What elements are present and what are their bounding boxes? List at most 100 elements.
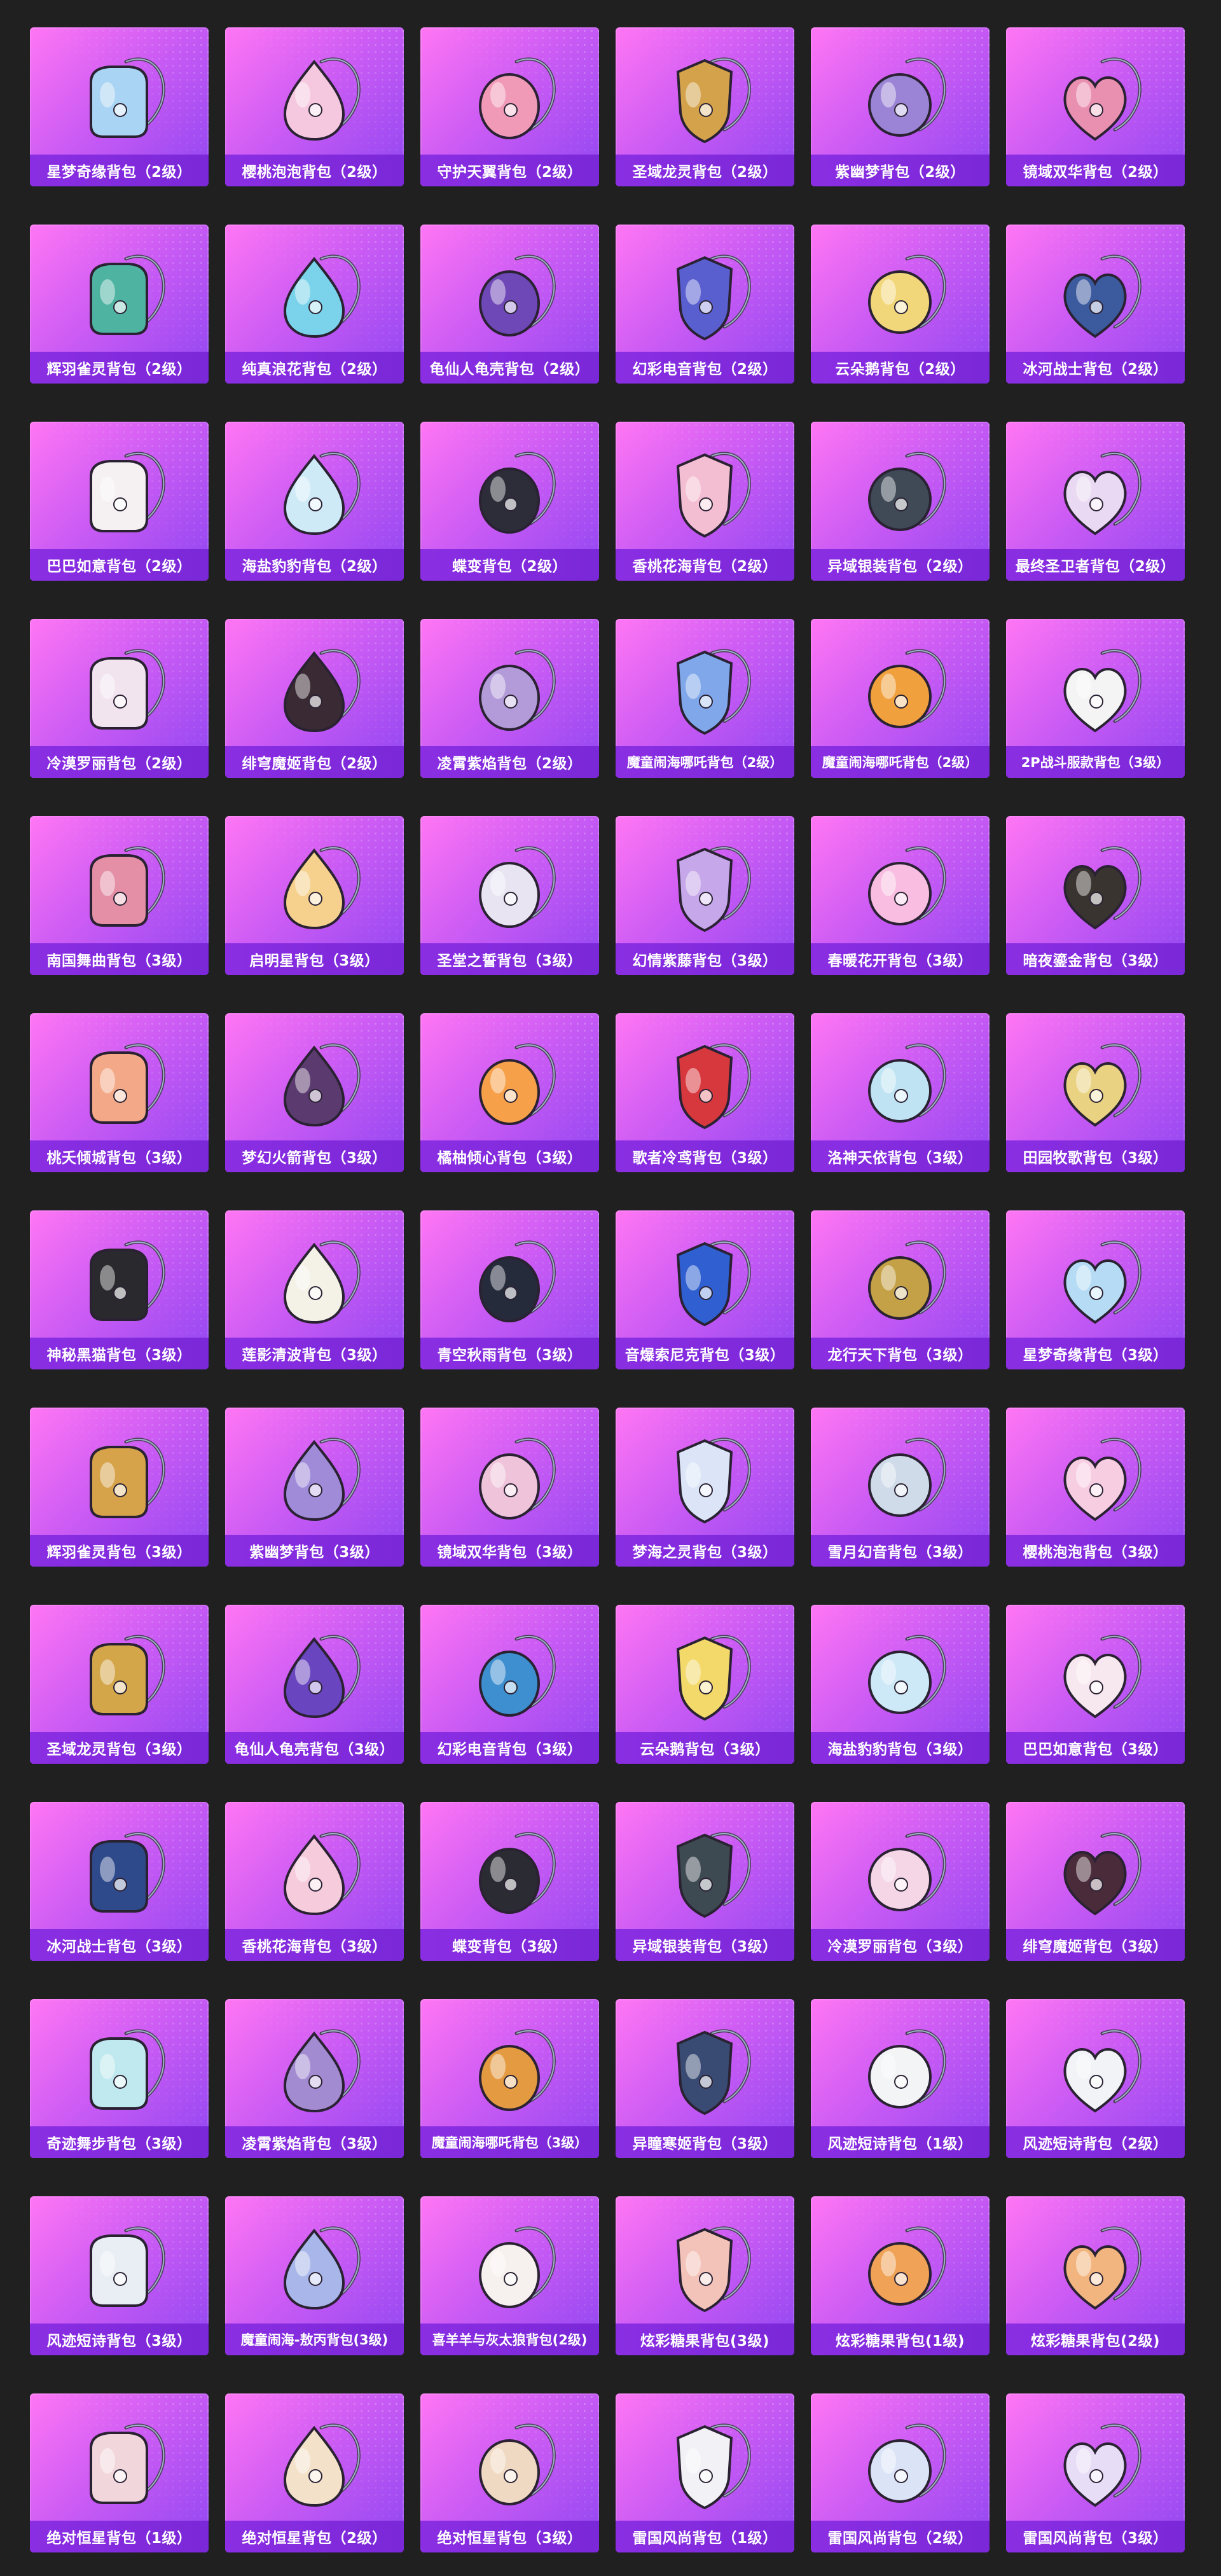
backpack-card[interactable]: 梦海之灵背包（3级） (616, 1408, 794, 1567)
backpack-card[interactable]: 幻彩电音背包（3级） (420, 1605, 599, 1764)
backpack-label: 纯真浪花背包（2级） (225, 352, 404, 384)
backpack-label: 凌霄紫焰背包（2级） (420, 746, 599, 778)
backpack-card[interactable]: 莲影清波背包（3级） (225, 1210, 404, 1369)
backpack-card[interactable]: 冰河战士背包（2级） (1006, 225, 1185, 384)
emblem-icon (1089, 695, 1103, 709)
backpack-card[interactable]: 樱桃泡泡背包（2级） (225, 27, 404, 186)
backpack-card[interactable]: 星梦奇缘背包（3级） (1006, 1210, 1185, 1369)
backpack-card[interactable]: 雷国风尚背包（2级） (811, 2393, 990, 2552)
backpack-card[interactable]: 龙行天下背包（3级） (811, 1210, 990, 1369)
backpack-card[interactable]: 凌霄紫焰背包（2级） (420, 619, 599, 778)
backpack-card[interactable]: 紫幽梦背包（2级） (811, 27, 990, 186)
backpack-card[interactable]: 最终圣卫者背包（2级） (1006, 422, 1185, 581)
backpack-image (283, 649, 361, 733)
backpack-card[interactable]: 魔童闹海哪吒背包（2级） (616, 619, 794, 778)
backpack-body-shape (283, 651, 345, 733)
backpack-label: 启明星背包（3级） (225, 943, 404, 975)
backpack-card[interactable]: 洛神天依背包（3级） (811, 1013, 990, 1172)
backpack-card[interactable]: 香桃花海背包（2级） (616, 422, 794, 581)
backpack-card[interactable]: 云朵鹅背包（2级） (811, 225, 990, 384)
backpack-card[interactable]: 龟仙人龟壳背包（2级） (420, 225, 599, 384)
backpack-card[interactable]: 桃夭倾城背包（3级） (30, 1013, 209, 1172)
backpack-image (867, 2226, 946, 2306)
emblem-icon (698, 1089, 713, 1103)
backpack-body-shape (89, 1643, 148, 1715)
backpack-card[interactable]: 蝶变背包（3级） (420, 1802, 599, 1961)
backpack-card[interactable]: 星梦奇缘背包（2级） (30, 27, 209, 186)
backpack-card[interactable]: 2P战斗服款背包（3级） (1006, 619, 1185, 778)
backpack-label: 异瞳寒姬背包（3级） (616, 2126, 794, 2158)
backpack-card[interactable]: 风迹短诗背包（1级） (811, 1999, 990, 2158)
backpack-card[interactable]: 巴巴如意背包（3级） (1006, 1605, 1185, 1764)
backpack-card[interactable]: 辉羽雀灵背包（3级） (30, 1408, 209, 1567)
backpack-card[interactable]: 春暖花开背包（3级） (811, 816, 990, 975)
backpack-card[interactable]: 圣堂之誓背包（3级） (420, 816, 599, 975)
backpack-card[interactable]: 圣域龙灵背包（2级） (616, 27, 794, 186)
backpack-card[interactable]: 绝对恒星背包（1级） (30, 2393, 209, 2552)
backpack-image (89, 2226, 165, 2307)
shine-highlight (99, 476, 115, 502)
backpack-card[interactable]: 魔童闹海-敖丙背包(3级) (225, 2196, 404, 2355)
backpack-card[interactable]: 田园牧歌背包（3级） (1006, 1013, 1185, 1172)
backpack-card[interactable]: 炫彩糖果背包(2级) (1006, 2196, 1185, 2355)
backpack-label: 紫幽梦背包（2级） (811, 155, 990, 186)
backpack-card[interactable]: 蝶变背包（2级） (420, 422, 599, 581)
backpack-card[interactable]: 异瞳寒姬背包（3级） (616, 1999, 794, 2158)
emblem-icon (1089, 1680, 1103, 1694)
backpack-card[interactable]: 龟仙人龟壳背包（3级） (225, 1605, 404, 1764)
backpack-card[interactable]: 风迹短诗背包（2级） (1006, 1999, 1185, 2158)
backpack-card[interactable]: 辉羽雀灵背包（2级） (30, 225, 209, 384)
backpack-card[interactable]: 冰河战士背包（3级） (30, 1802, 209, 1961)
backpack-card[interactable]: 樱桃泡泡背包（3级） (1006, 1408, 1185, 1567)
backpack-card[interactable]: 香桃花海背包（3级） (225, 1802, 404, 1961)
backpack-label: 蝶变背包（3级） (420, 1929, 599, 1961)
backpack-card[interactable]: 冷漠罗丽背包（2级） (30, 619, 209, 778)
backpack-card[interactable]: 雷国风尚背包（1级） (616, 2393, 794, 2552)
backpack-card[interactable]: 异域银装背包（2级） (811, 422, 990, 581)
backpack-card[interactable]: 神秘黑猫背包（3级） (30, 1210, 209, 1369)
backpack-card[interactable]: 启明星背包（3级） (225, 816, 404, 975)
backpack-card[interactable]: 海盐豹豹背包（3级） (811, 1605, 990, 1764)
backpack-image (676, 1832, 751, 1918)
backpack-card[interactable]: 圣域龙灵背包（3级） (30, 1605, 209, 1764)
backpack-card[interactable]: 音爆索尼克背包（3级） (616, 1210, 794, 1369)
backpack-card[interactable]: 南国舞曲背包（3级） (30, 816, 209, 975)
backpack-image (676, 1043, 751, 1130)
emblem-icon (503, 1483, 518, 1497)
backpack-card[interactable]: 守护天翼背包（2级） (420, 27, 599, 186)
backpack-card[interactable]: 风迹短诗背包（3级） (30, 2196, 209, 2355)
backpack-card[interactable]: 青空秋雨背包（3级） (420, 1210, 599, 1369)
emblem-icon (308, 2272, 322, 2286)
shine-highlight (99, 1659, 115, 1685)
backpack-card[interactable]: 炫彩糖果背包(3级) (616, 2196, 794, 2355)
backpack-card[interactable]: 幻情紫藤背包（3级） (616, 816, 794, 975)
backpack-card[interactable]: 魔童闹海哪吒背包（3级） (420, 1999, 599, 2158)
backpack-card[interactable]: 巴巴如意背包（2级） (30, 422, 209, 581)
backpack-card[interactable]: 炫彩糖果背包(1级) (811, 2196, 990, 2355)
backpack-card[interactable]: 冷漠罗丽背包（3级） (811, 1802, 990, 1961)
backpack-card[interactable]: 橘柚倾心背包（3级） (420, 1013, 599, 1172)
backpack-card[interactable]: 异域银装背包（3级） (616, 1802, 794, 1961)
backpack-card[interactable]: 云朵鹅背包（3级） (616, 1605, 794, 1764)
backpack-card[interactable]: 歌者冷鸢背包（3级） (616, 1013, 794, 1172)
backpack-image (1063, 649, 1142, 733)
backpack-card[interactable]: 喜羊羊与灰太狼背包(2级) (420, 2196, 599, 2355)
backpack-body-shape (89, 854, 148, 927)
backpack-card[interactable]: 凌霄紫焰背包（3级） (225, 1999, 404, 2158)
backpack-card[interactable]: 海盐豹豹背包（2级） (225, 422, 404, 581)
backpack-card[interactable]: 暗夜鎏金背包（3级） (1006, 816, 1185, 975)
backpack-card[interactable]: 雪月幻音背包（3级） (811, 1408, 990, 1567)
backpack-card[interactable]: 镜域双华背包（3级） (420, 1408, 599, 1567)
backpack-card[interactable]: 绝对恒星背包（3级） (420, 2393, 599, 2552)
backpack-card[interactable]: 梦幻火箭背包（3级） (225, 1013, 404, 1172)
backpack-card[interactable]: 幻彩电音背包（2级） (616, 225, 794, 384)
backpack-card[interactable]: 镜域双华背包（2级） (1006, 27, 1185, 186)
backpack-card[interactable]: 绯穹魔姬背包（3级） (1006, 1802, 1185, 1961)
backpack-card[interactable]: 奇迹舞步背包（3级） (30, 1999, 209, 2158)
backpack-card[interactable]: 紫幽梦背包（3级） (225, 1408, 404, 1567)
backpack-card[interactable]: 绯穹魔姬背包（2级） (225, 619, 404, 778)
backpack-card[interactable]: 纯真浪花背包（2级） (225, 225, 404, 384)
backpack-card[interactable]: 绝对恒星背包（2级） (225, 2393, 404, 2552)
backpack-card[interactable]: 魔童闹海哪吒背包（2级） (811, 619, 990, 778)
backpack-card[interactable]: 雷国风尚背包（3级） (1006, 2393, 1185, 2552)
